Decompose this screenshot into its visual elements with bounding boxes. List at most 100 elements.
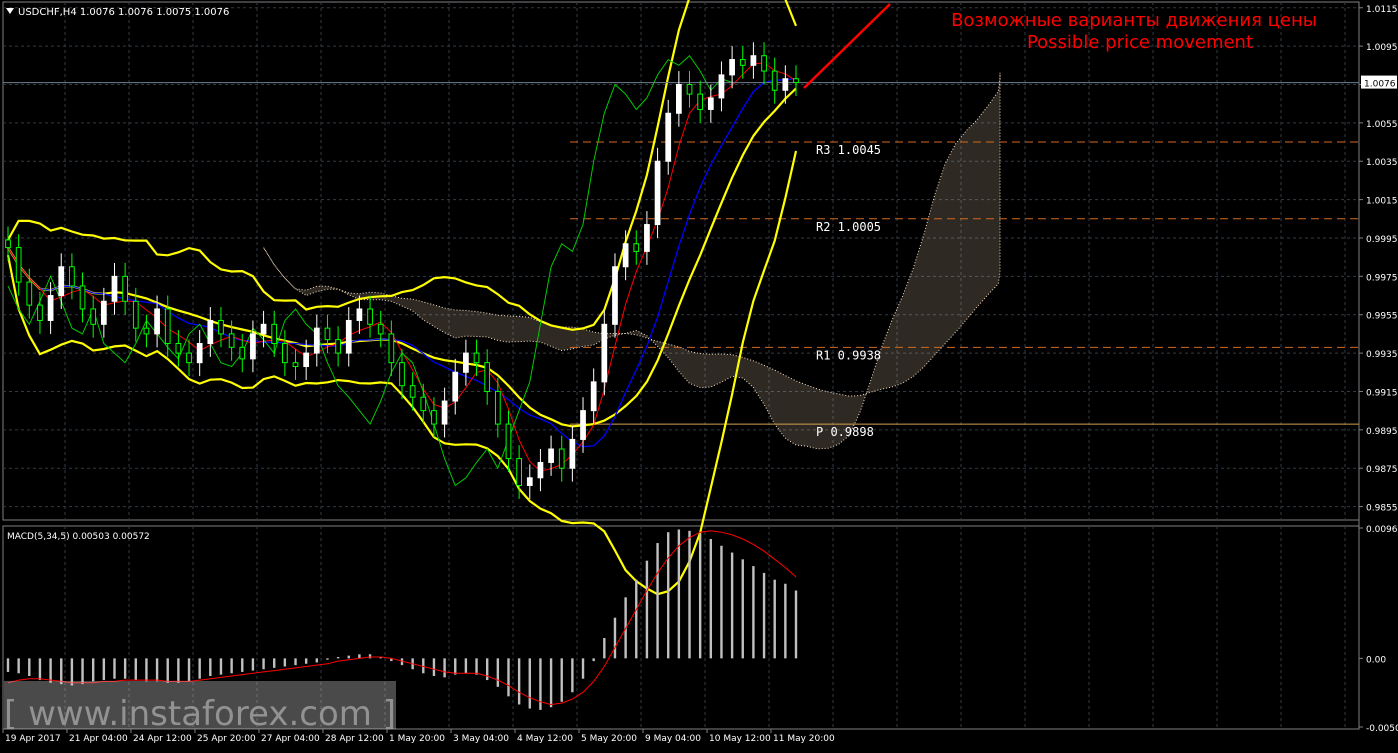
- macd-bar: [294, 658, 297, 666]
- candle-body: [260, 323, 267, 335]
- macd-bar: [262, 658, 265, 670]
- macd-bar: [251, 658, 255, 671]
- macd-bar: [592, 658, 595, 662]
- macd-bar: [6, 658, 10, 672]
- macd-bar: [38, 658, 42, 681]
- candle-body: [100, 300, 107, 325]
- macd-bar: [454, 658, 457, 675]
- macd-bar: [752, 566, 755, 659]
- macd-bar: [81, 658, 84, 685]
- time-tick-label: 5 May 20:00: [581, 734, 637, 744]
- candle-body: [654, 160, 661, 226]
- annotation-ru: Возможные варианты движения цены: [951, 10, 1317, 31]
- macd-bar: [187, 658, 191, 682]
- macd-bar: [688, 530, 691, 659]
- candle-body: [771, 70, 778, 91]
- candle-body: [644, 224, 650, 252]
- macd-bar: [241, 658, 244, 672]
- candle-body: [537, 461, 544, 479]
- candle-body: [154, 308, 160, 335]
- macd-bar: [730, 552, 734, 659]
- macd-tick-label: -0.00506: [1366, 724, 1398, 734]
- candle-body: [196, 342, 203, 364]
- candle-body: [5, 239, 11, 249]
- macd-bar: [304, 658, 308, 664]
- candle-body: [601, 323, 608, 383]
- candle-body: [345, 319, 352, 354]
- price-tick-label: 0.9875: [1366, 465, 1398, 475]
- macd-bar: [656, 543, 659, 659]
- time-tick-label: 10 May 12:00: [709, 734, 771, 744]
- macd-bar: [177, 658, 180, 683]
- macd-bar: [496, 658, 500, 687]
- candle-body: [739, 59, 746, 66]
- macd-bar: [17, 658, 20, 674]
- candle-body: [367, 308, 373, 325]
- macd-tick-label: 0.00: [1366, 655, 1386, 665]
- candle-body: [750, 55, 757, 66]
- macd-tick-label: 0.00961: [1366, 525, 1398, 535]
- time-tick-label: 4 May 12:00: [517, 734, 573, 744]
- macd-bar: [677, 529, 681, 659]
- macd-bar: [581, 658, 585, 679]
- candle-body: [324, 327, 331, 341]
- candle-body: [175, 342, 182, 354]
- level-label-r2: R2 1.0005: [816, 220, 881, 234]
- macd-bar: [315, 658, 319, 663]
- candle-body: [718, 74, 725, 99]
- macd-bar: [741, 559, 744, 659]
- time-tick-label: 3 May 04:00: [453, 734, 509, 744]
- candle-body: [186, 352, 192, 364]
- candle-body: [558, 448, 565, 469]
- price-tick-label: 0.9955: [1366, 312, 1398, 322]
- candle-body: [250, 333, 256, 360]
- price-tick-label: 1.0095: [1366, 43, 1398, 53]
- candle-body: [686, 83, 693, 95]
- macd-bar: [560, 658, 563, 702]
- candle-body: [431, 410, 437, 425]
- macd-bar: [166, 658, 169, 683]
- price-tick-label: 0.9935: [1366, 350, 1398, 360]
- macd-bar: [762, 572, 766, 659]
- candle-body: [58, 266, 65, 297]
- candle-body: [303, 352, 310, 368]
- candle-body: [633, 243, 640, 252]
- candle-body: [15, 247, 22, 283]
- macd-bar: [347, 655, 350, 659]
- candle-body: [782, 78, 789, 91]
- macd-bar: [326, 658, 329, 660]
- candle-body: [335, 339, 341, 354]
- candle-body: [793, 78, 799, 84]
- candle-body: [580, 410, 586, 440]
- candle-body: [388, 333, 395, 364]
- candle-body: [37, 304, 43, 321]
- time-tick-label: 9 May 04:00: [645, 734, 701, 744]
- level-label-r3: R3 1.0045: [816, 143, 881, 157]
- candle-body: [47, 295, 54, 321]
- annotation-en: Possible price movement: [1027, 32, 1253, 53]
- macd-bar: [613, 617, 617, 659]
- macd-bar: [145, 658, 148, 682]
- candle-body: [409, 385, 416, 398]
- candle-body: [622, 243, 629, 268]
- candle-body: [239, 346, 246, 360]
- candle-body: [505, 423, 512, 460]
- macd-bar: [123, 658, 127, 679]
- candle-body: [207, 319, 214, 344]
- macd-bar: [102, 658, 106, 681]
- macd-bar: [720, 545, 723, 659]
- candle-body: [218, 319, 224, 335]
- price-tick-label: 1.0115: [1366, 5, 1398, 15]
- level-label-p: P 0.9898: [816, 425, 874, 439]
- price-tick-label: 1.0015: [1366, 197, 1398, 207]
- time-tick-label: 19 Apr 2017: [5, 734, 61, 744]
- macd-bar: [336, 657, 340, 659]
- macd-bar: [528, 658, 531, 709]
- macd-bar: [549, 658, 553, 708]
- macd-bar: [198, 658, 201, 679]
- price-tick-label: 0.9895: [1366, 427, 1398, 437]
- macd-bar: [358, 654, 361, 659]
- candle-body: [90, 308, 97, 325]
- macd-bar: [368, 654, 372, 659]
- candle-body: [122, 275, 128, 302]
